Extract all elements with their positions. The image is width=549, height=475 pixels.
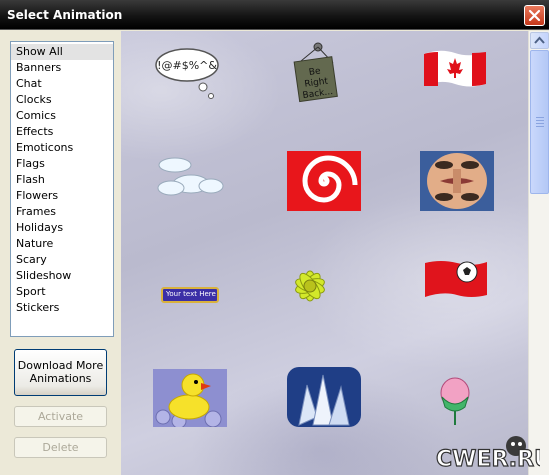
category-item-clocks[interactable]: Clocks <box>11 92 113 108</box>
category-item-sport[interactable]: Sport <box>11 284 113 300</box>
chevron-up-icon <box>534 36 545 44</box>
category-item-slideshow[interactable]: Slideshow <box>11 268 113 284</box>
animation-gallery[interactable]: !@#$%^& Be Right Back... Your text Here <box>121 31 528 475</box>
close-button[interactable] <box>524 5 545 26</box>
category-item-effects[interactable]: Effects <box>11 124 113 140</box>
animation-thumb-clouds[interactable] <box>153 155 225 199</box>
category-item-nature[interactable]: Nature <box>11 236 113 252</box>
category-pane: Show All Banners Chat Clocks Comics Effects Em… <box>0 31 121 475</box>
scroll-thumb[interactable] <box>530 50 549 194</box>
category-item-holidays[interactable]: Holidays <box>11 220 113 236</box>
sign-line-1: Be <box>308 66 321 78</box>
thought-bubble-text: !@#$%^& <box>157 59 217 72</box>
animation-thumb-soccer-flag[interactable] <box>423 259 489 301</box>
activate-button[interactable]: Activate <box>14 406 107 427</box>
animation-thumb-crystals[interactable] <box>287 367 361 427</box>
clouds-icon <box>157 157 224 196</box>
category-item-flash[interactable]: Flash <box>11 172 113 188</box>
activate-label: Activate <box>37 410 84 423</box>
flower-bud-icon <box>440 377 470 425</box>
animation-thumb-text-banner[interactable]: Your text Here <box>161 287 219 303</box>
delete-label: Delete <box>42 441 79 454</box>
category-item-emoticons[interactable]: Emoticons <box>11 140 113 156</box>
rubber-duck-icon <box>153 369 227 429</box>
animation-thumb-brb-sign[interactable]: Be Right Back... <box>291 41 341 103</box>
window-title: Select Animation <box>7 8 123 22</box>
category-item-stickers[interactable]: Stickers <box>11 300 113 316</box>
thought-bubble-icon: !@#$%^& <box>155 48 219 99</box>
download-more-button[interactable]: Download More Animations <box>14 349 107 396</box>
delete-button[interactable]: Delete <box>14 437 107 458</box>
category-item-flags[interactable]: Flags <box>11 156 113 172</box>
animation-thumb-funny-face[interactable] <box>420 151 494 211</box>
animation-thumb-rubber-duck[interactable] <box>153 369 227 429</box>
canada-flag-icon <box>424 50 486 87</box>
funny-face-icon <box>420 151 494 211</box>
animation-thumb-flower-bud[interactable] <box>432 371 478 427</box>
animation-thumb-spiral[interactable] <box>287 151 361 211</box>
category-item-banners[interactable]: Banners <box>11 60 113 76</box>
hanging-sign-icon: Be Right Back... <box>293 42 338 103</box>
flower-icon <box>295 270 325 302</box>
category-item-show-all[interactable]: Show All <box>11 44 113 60</box>
gallery-scrollbar[interactable] <box>528 31 549 475</box>
text-banner-label: Your text Here <box>166 290 216 298</box>
close-icon <box>528 9 541 22</box>
crystals-icon <box>287 367 361 427</box>
category-item-flowers[interactable]: Flowers <box>11 188 113 204</box>
soccer-flag-icon <box>425 261 487 297</box>
category-item-chat[interactable]: Chat <box>11 76 113 92</box>
category-item-comics[interactable]: Comics <box>11 108 113 124</box>
download-more-label: Download More Animations <box>17 359 104 385</box>
animation-thumb-thought-bubble[interactable]: !@#$%^& <box>153 45 225 101</box>
category-item-scary[interactable]: Scary <box>11 252 113 268</box>
category-item-frames[interactable]: Frames <box>11 204 113 220</box>
animation-thumb-canada-flag[interactable] <box>422 48 488 90</box>
watermark-text: CWER.RU <box>436 447 540 472</box>
spiral-icon <box>287 151 361 211</box>
animation-thumb-flower[interactable] <box>286 261 334 311</box>
scroll-up-button[interactable] <box>530 32 549 49</box>
watermark-logo: CWER.RU <box>430 430 549 473</box>
title-bar: Select Animation <box>0 0 549 30</box>
category-list[interactable]: Show All Banners Chat Clocks Comics Effects Em… <box>10 41 114 337</box>
